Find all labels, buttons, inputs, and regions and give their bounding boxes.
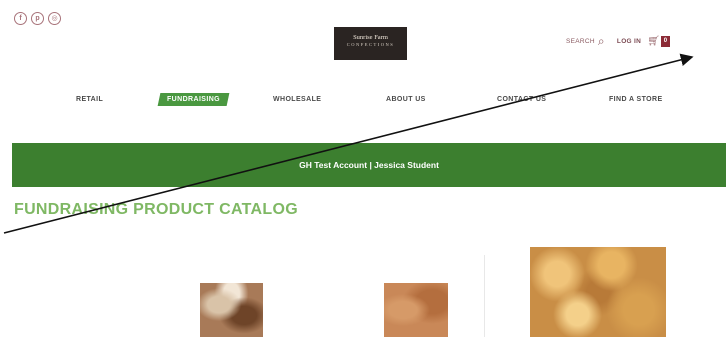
login-link[interactable]: LOG IN [617, 38, 641, 45]
product-image-cookie-stack[interactable] [384, 283, 448, 337]
cart-icon[interactable]: 🛒︎ [647, 36, 660, 47]
column-divider [484, 255, 485, 337]
search-link[interactable]: SEARCH [566, 38, 595, 45]
facebook-icon[interactable]: f [14, 12, 27, 25]
nav-item-about-us[interactable]: ABOUT US [386, 96, 426, 103]
page-title: FUNDRAISING PRODUCT CATALOG [14, 201, 298, 218]
site-logo[interactable]: Sunrise Farm CONFECTIONS [334, 27, 407, 60]
logo-subtitle: CONFECTIONS [346, 41, 395, 47]
social-links: f p ◎ [14, 12, 61, 25]
search-icon[interactable]: ⌕ [598, 35, 605, 47]
header-tools: SEARCH ⌕ LOG IN 🛒︎ 0 [566, 35, 671, 47]
nav-item-contact-us[interactable]: CONTACT US [497, 96, 546, 103]
product-image-brittle[interactable] [530, 247, 666, 337]
account-banner-text: GH Test Account | Jessica Student [299, 160, 439, 170]
instagram-icon[interactable]: ◎ [48, 12, 61, 25]
product-image-cookies[interactable] [200, 283, 263, 337]
pinterest-icon[interactable]: p [31, 12, 44, 25]
nav-item-fundraising-label: FUNDRAISING [167, 96, 221, 103]
logo-name: Sunrise Farm [353, 34, 388, 41]
main-nav: RETAIL FUNDRAISING WHOLESALE ABOUT US CO… [0, 93, 726, 108]
nav-item-retail[interactable]: RETAIL [76, 96, 103, 103]
nav-item-wholesale[interactable]: WHOLESALE [273, 96, 321, 103]
nav-item-fundraising[interactable]: FUNDRAISING [157, 93, 230, 106]
cart-count-badge[interactable]: 0 [661, 35, 671, 47]
nav-item-find-a-store[interactable]: FIND A STORE [609, 96, 663, 103]
account-banner: GH Test Account | Jessica Student [12, 143, 726, 187]
